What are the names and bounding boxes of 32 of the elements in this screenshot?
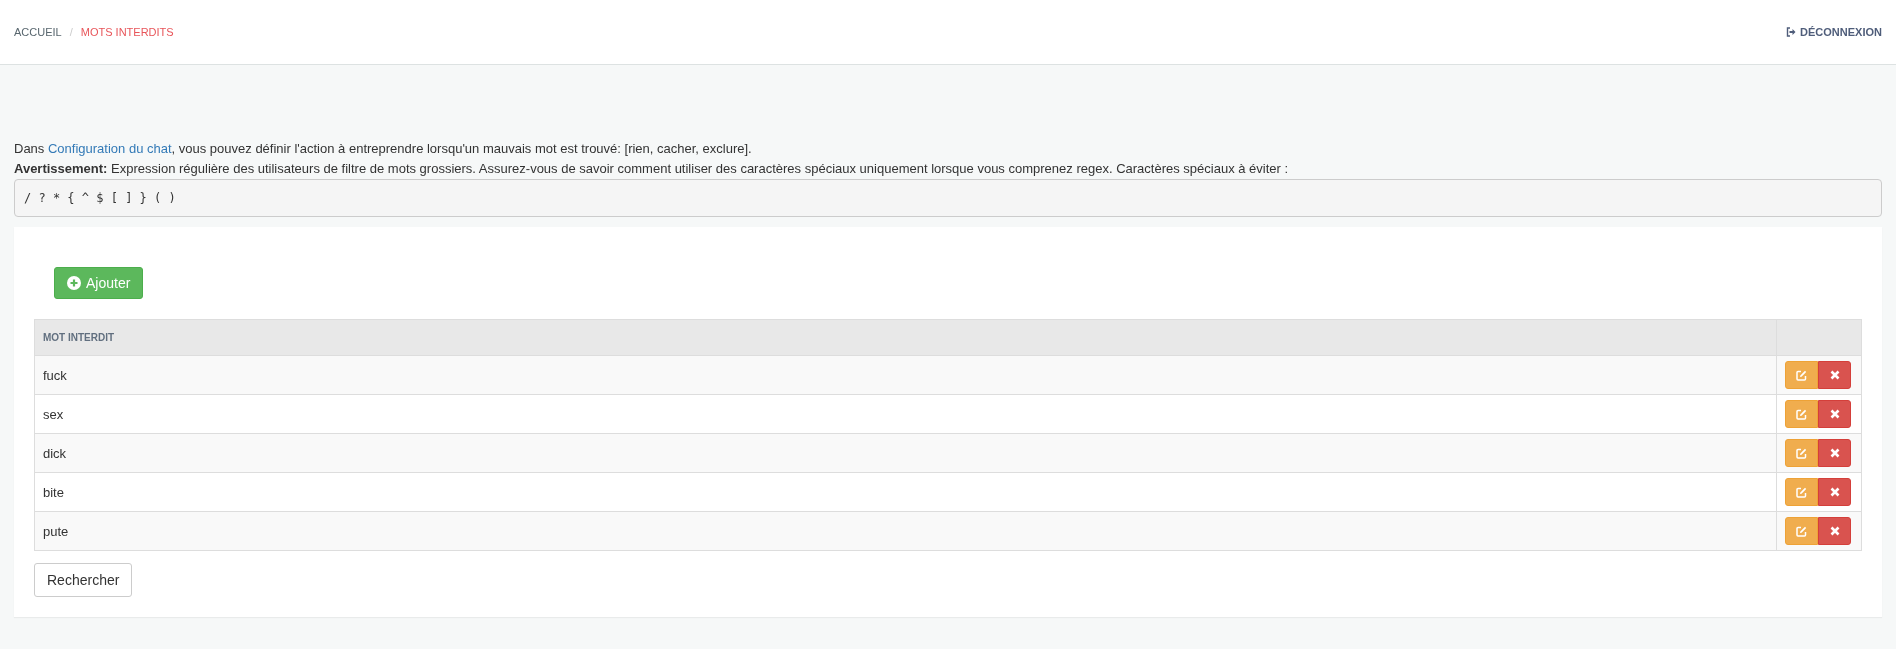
- logout-icon: [1786, 27, 1797, 37]
- edit-icon: [1796, 486, 1807, 498]
- breadcrumb-separator: /: [69, 26, 73, 38]
- table-cell: pute: [34, 511, 1777, 551]
- plus-circle-icon: [67, 276, 81, 290]
- delete-button[interactable]: [1818, 439, 1851, 467]
- breadcrumb-link[interactable]: MOTS INTERDITS: [80, 26, 174, 38]
- column-header: MOT INTERDIT: [34, 319, 1777, 356]
- close-icon: [1829, 409, 1840, 419]
- table-cell: fuck: [34, 355, 1777, 395]
- special-characters-code: / ? * { ^ $ [ ] } ( ): [14, 179, 1882, 217]
- close-icon: [1829, 370, 1840, 380]
- close-icon: [1829, 487, 1840, 497]
- table-cell: dick: [34, 433, 1777, 473]
- table-cell: sex: [34, 394, 1777, 434]
- search-button[interactable]: Rechercher: [34, 563, 133, 597]
- logout-link[interactable]: DÉCONNEXION: [1786, 26, 1882, 38]
- warning-text: Avertissement: Expression régulière des utilisateurs de filtre de mots grossiers. Assurez-vous de savoir comment utiliser des caractères spéciaux uniquement lorsque vous comprenez regex. Caractères spéciaux à éviter :: [14, 160, 1290, 178]
- intro-text: Dans Configuration du chat, vous pouvez définir l'action à entreprendre lorsqu'un mauvais mot est trouvé: [rien, cacher, exclure].: [14, 140, 753, 158]
- delete-button[interactable]: [1818, 478, 1851, 506]
- configuration-link[interactable]: Configuration du chat: [47, 141, 172, 156]
- edit-icon: [1796, 525, 1807, 537]
- edit-icon: [1796, 369, 1807, 381]
- table-cell: bite: [34, 472, 1777, 512]
- breadcrumb-link[interactable]: ACCUEIL: [14, 26, 62, 38]
- edit-icon: [1796, 408, 1807, 420]
- delete-button[interactable]: [1818, 400, 1851, 428]
- close-icon: [1829, 448, 1840, 458]
- close-icon: [1829, 526, 1840, 536]
- edit-icon: [1796, 447, 1807, 459]
- delete-button[interactable]: [1818, 517, 1851, 545]
- delete-button[interactable]: [1818, 361, 1851, 389]
